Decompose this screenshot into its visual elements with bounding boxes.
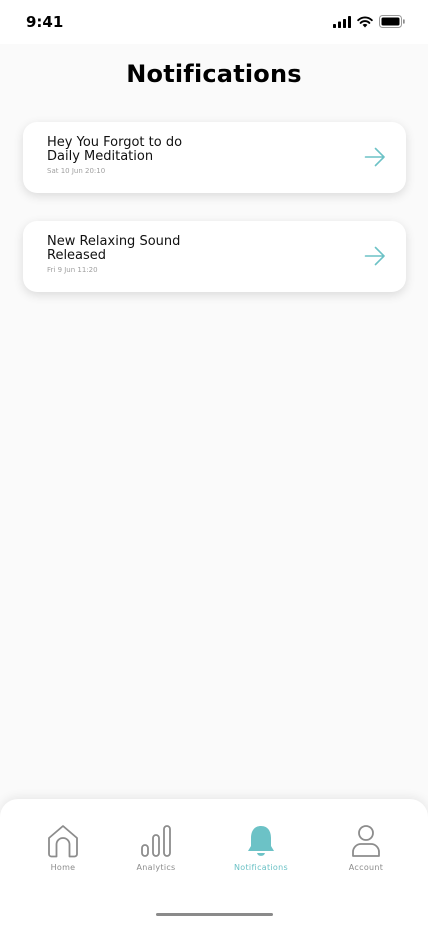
status-icons [333, 13, 406, 32]
home-icon [23, 823, 103, 859]
tab-account[interactable]: Account [326, 823, 406, 872]
notification-card[interactable]: New Relaxing Sound Released Fri 9 Jun 11… [23, 221, 406, 292]
tab-label: Analytics [136, 863, 176, 872]
tab-bar: Home Analytics Notifications Account [0, 799, 428, 926]
status-time: 9:41 [26, 13, 64, 31]
status-bar: 9:41 [0, 0, 428, 44]
notification-time: Fri 9 Jun 11:20 [47, 266, 98, 274]
arrow-right-icon[interactable] [364, 246, 386, 270]
tab-label: Account [348, 863, 384, 872]
tab-home[interactable]: Home [23, 823, 103, 872]
battery-icon [379, 13, 406, 32]
tab-label: Home [50, 863, 76, 872]
analytics-icon [116, 823, 196, 859]
tab-notifications[interactable]: Notifications [221, 823, 301, 872]
notification-title: New Relaxing Sound Released [47, 234, 181, 263]
notification-time: Sat 10 Jun 20:10 [47, 167, 106, 175]
user-icon [326, 823, 406, 859]
notification-title: Hey You Forgot to do Daily Meditation [47, 135, 183, 164]
notification-list: Hey You Forgot to do Daily Meditation Sa… [23, 122, 406, 320]
page-title: Notifications [126, 60, 302, 88]
tab-label: Notifications [234, 863, 288, 872]
bell-icon [221, 823, 301, 859]
notification-card[interactable]: Hey You Forgot to do Daily Meditation Sa… [23, 122, 406, 193]
tab-analytics[interactable]: Analytics [116, 823, 196, 872]
cellular-signal-icon [333, 13, 351, 32]
home-indicator[interactable] [156, 913, 273, 916]
arrow-right-icon[interactable] [364, 147, 386, 171]
wifi-icon [357, 13, 373, 32]
